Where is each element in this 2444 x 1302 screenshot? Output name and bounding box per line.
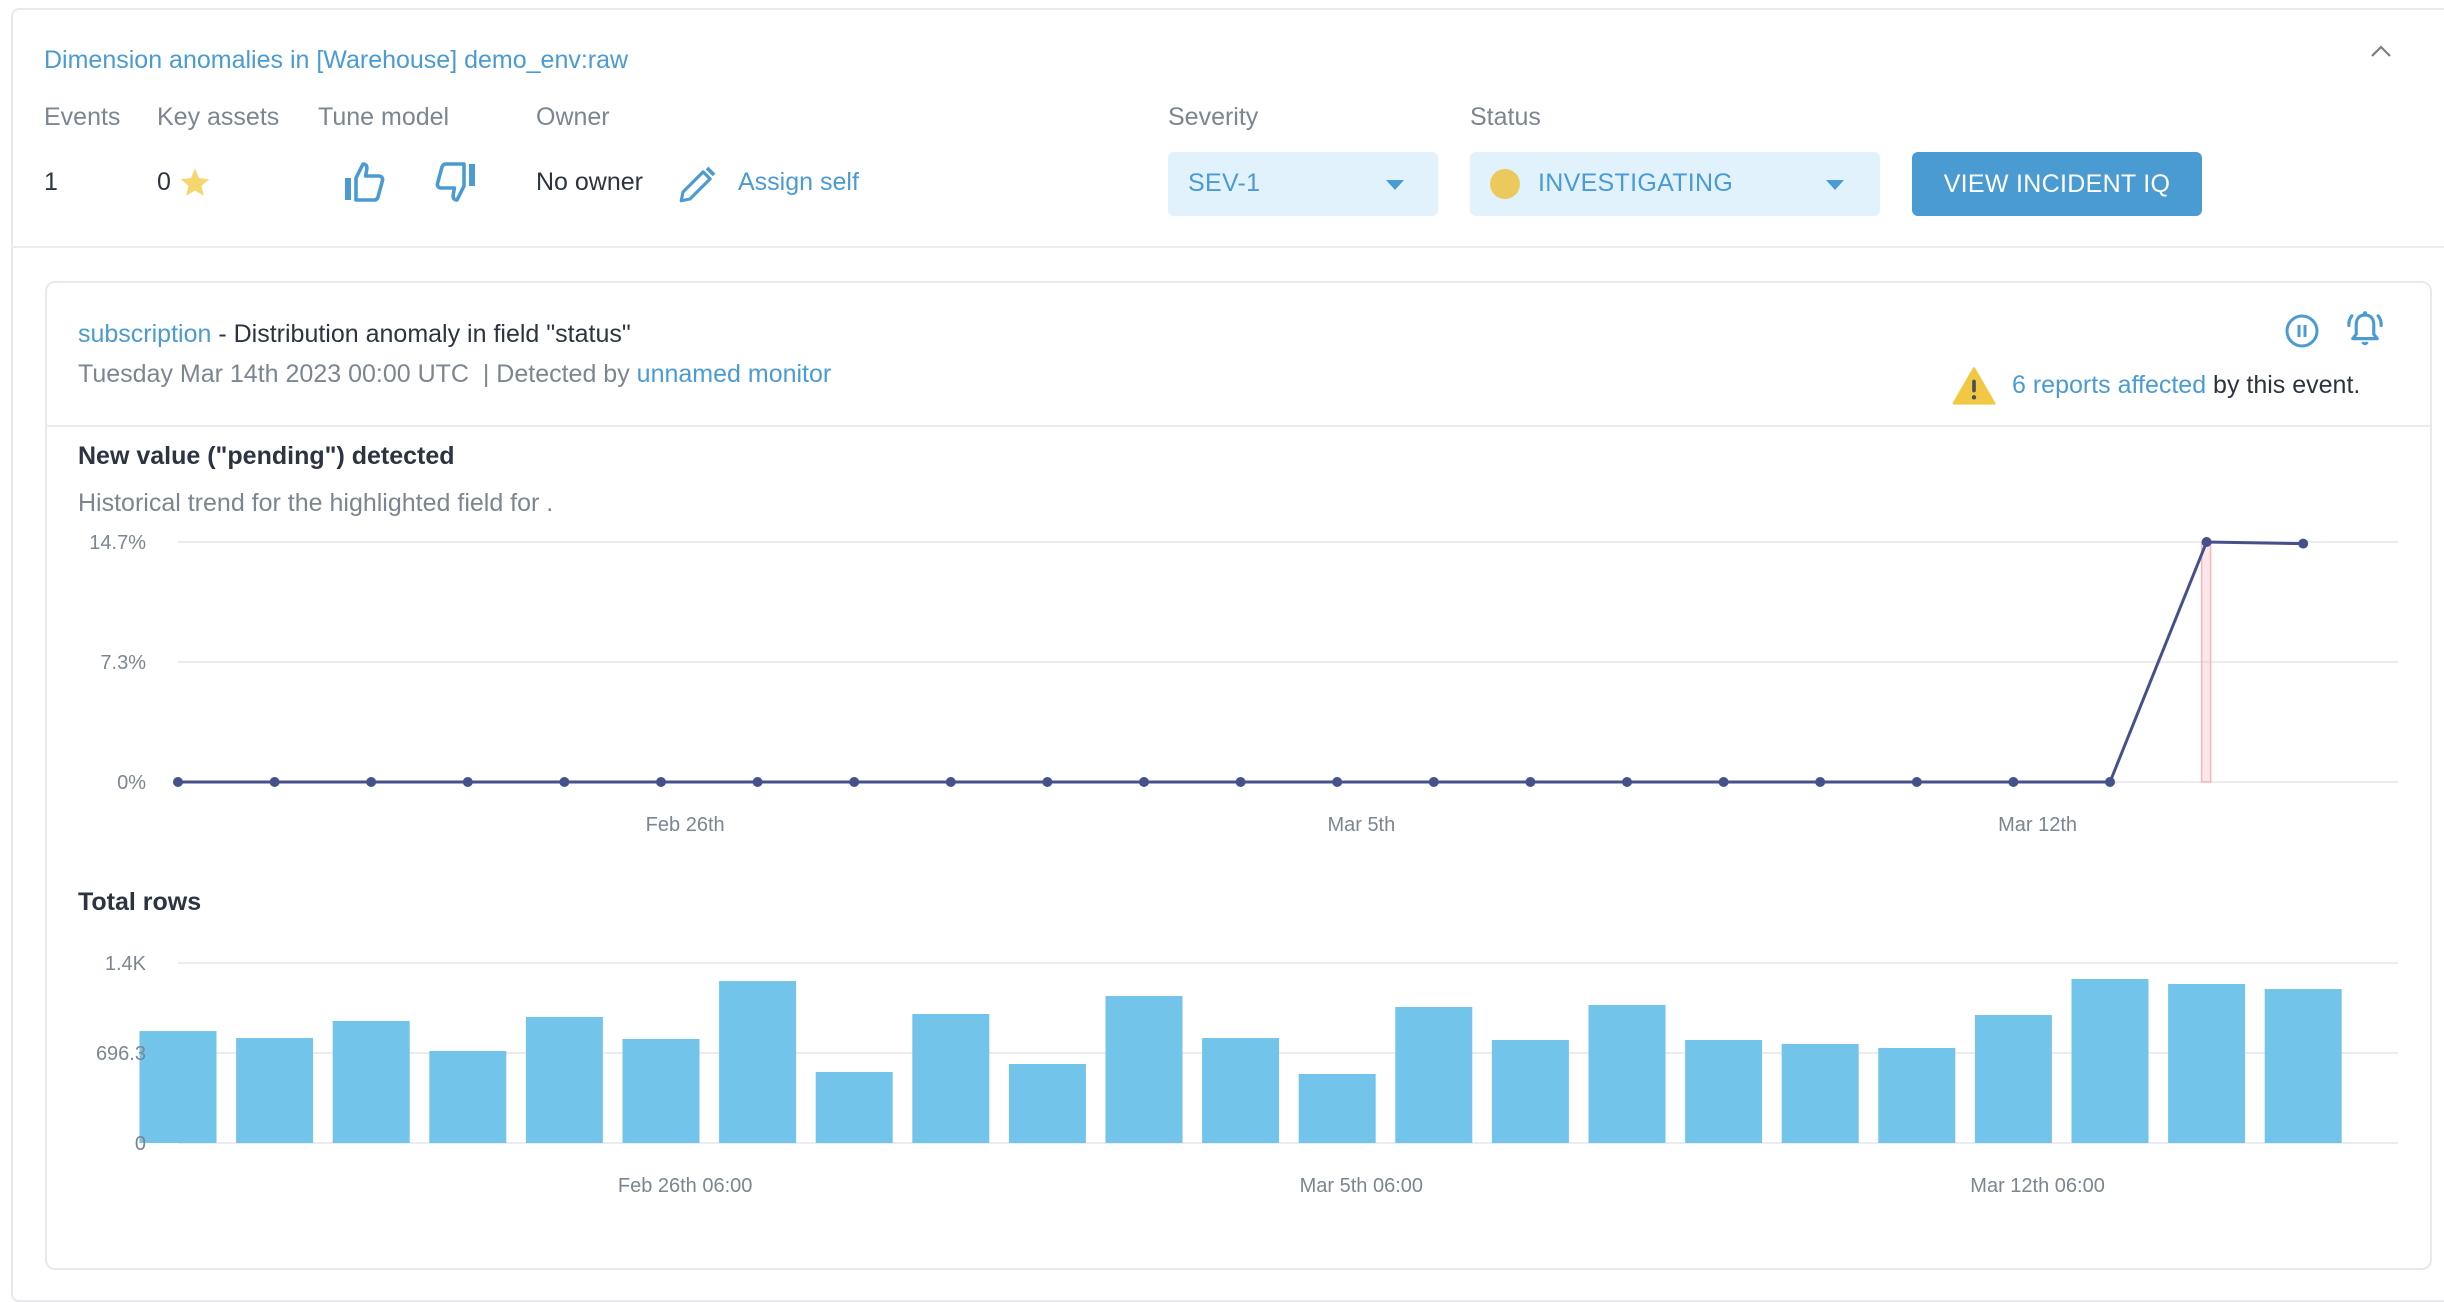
bar [1878,1047,1956,1143]
x-tick-label: Mar 5th 06:00 [1300,1175,1423,1197]
bar [1588,1004,1666,1143]
bar [236,1038,314,1143]
bar [525,1016,603,1143]
bar [1008,1064,1086,1143]
bar [719,981,797,1143]
bar-chart: 0 696.3 1.4K Feb 26th 06:00 Mar 5th 06:00 Mar… [96,953,2398,1197]
bar [2168,984,2246,1143]
bar [2071,978,2149,1143]
bar [2264,989,2342,1143]
bar [332,1020,410,1143]
bar [1202,1038,1280,1143]
bar [1685,1039,1763,1143]
bar [815,1072,893,1143]
x-tick-label: Mar 12th 06:00 [1970,1175,2105,1197]
bar [1105,996,1183,1143]
bar [1298,1073,1376,1143]
bar [912,1014,990,1143]
bar [622,1038,700,1143]
y-tick-label: 1.4K [105,953,147,975]
bar [1395,1007,1473,1143]
y-tick-label: 0 [135,1133,146,1155]
bar [1491,1039,1569,1143]
bar [429,1050,507,1143]
bar [139,1031,217,1143]
bar [1781,1043,1859,1143]
x-tick-label: Feb 26th 06:00 [618,1175,753,1197]
y-tick-label: 696.3 [96,1043,146,1065]
bar [1974,1015,2052,1143]
